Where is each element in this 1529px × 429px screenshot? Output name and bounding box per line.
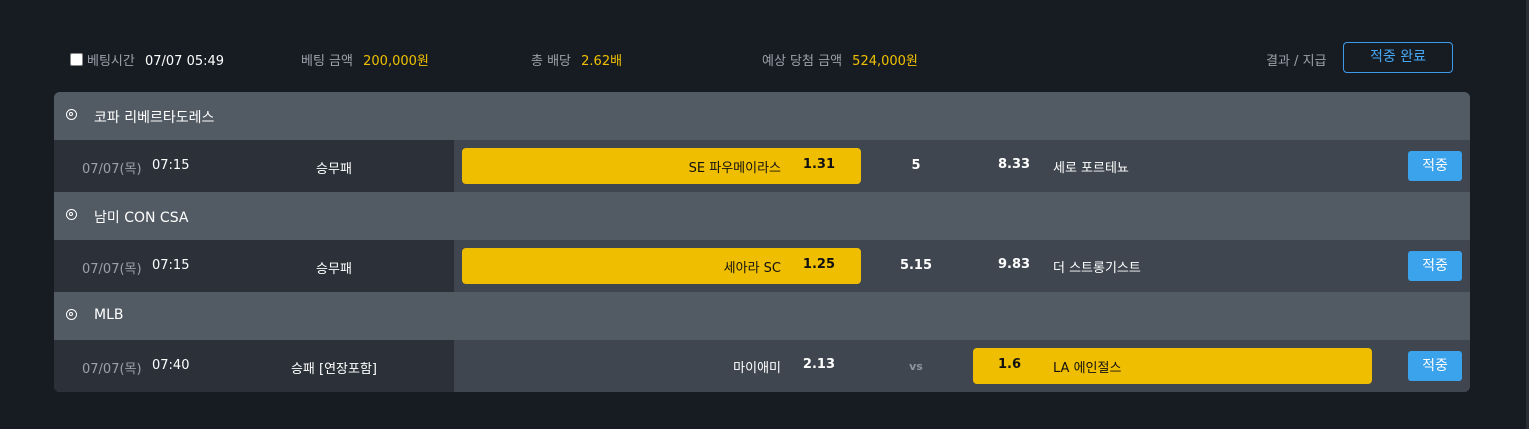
vs-label: vs	[909, 360, 923, 373]
away-odds: 8.33	[998, 157, 1031, 172]
home-odds: 1.25	[802, 257, 835, 272]
away-odds: 9.83	[998, 257, 1031, 272]
home-team: 마이애미	[733, 361, 781, 376]
expected-win: 예상 당첨 금액 524,000원	[762, 50, 918, 69]
home-team: SE 파우메이라스	[688, 161, 781, 176]
match-row: 07/07(목) 07:40 승패 [연장포함] 마이애미 2.13 vs 1.…	[54, 340, 1470, 392]
soccer-ball-icon	[66, 109, 77, 120]
away-team: 더 스트롱기스트	[1053, 261, 1141, 276]
home-odds: 2.13	[802, 357, 835, 372]
expected-win-value: 524,000원	[852, 54, 918, 69]
total-odds-label: 총 배당	[531, 54, 572, 69]
match-info: 07/07(목) 07:40 승패 [연장포함]	[54, 340, 454, 392]
match-row: 07/07(목) 07:15 승무패 세아라 SC 1.25 5.15 9.83…	[54, 240, 1470, 292]
league-header: 남미 CON CSA	[54, 192, 1470, 240]
result-label: 결과 / 지급	[1266, 54, 1327, 69]
league-name: MLB	[94, 307, 124, 323]
league-header: 코파 리베르타도레스	[54, 92, 1470, 140]
hit-badge[interactable]: 적중	[1408, 151, 1462, 181]
hit-badge[interactable]: 적중	[1408, 351, 1462, 381]
league-name: 코파 리베르타도레스	[94, 110, 215, 126]
bet-type: 승무패	[316, 162, 352, 177]
bet-time: 베팅시간 07/07 05:49	[70, 50, 224, 69]
hit-complete-button[interactable]: 적중 완료	[1343, 42, 1453, 73]
away-selection[interactable]: 1.6 LA 에인절스	[973, 348, 1372, 384]
league-name: 남미 CON CSA	[94, 210, 189, 226]
bet-amount-value: 200,000원	[363, 54, 429, 69]
match-date: 07/07(목)	[82, 262, 142, 277]
away-selection[interactable]: 9.83 더 스트롱기스트	[973, 248, 1372, 284]
home-selection[interactable]: 세아라 SC 1.25	[462, 248, 861, 284]
match-info: 07/07(목) 07:15 승무패	[54, 240, 454, 292]
expected-win-label: 예상 당첨 금액	[762, 54, 843, 69]
home-selection[interactable]: SE 파우메이라스 1.31	[462, 148, 861, 184]
total-odds: 총 배당 2.62배	[531, 50, 622, 69]
bet-summary: 베팅시간 07/07 05:49 베팅 금액 200,000원 총 배당 2.6…	[0, 40, 1529, 76]
match-time: 07:15	[152, 258, 190, 273]
hit-badge[interactable]: 적중	[1408, 251, 1462, 281]
bet-amount: 베팅 금액 200,000원	[301, 50, 429, 69]
bet-checkbox[interactable]	[70, 53, 83, 66]
bet-time-value: 07/07 05:49	[144, 54, 225, 69]
league-header: MLB	[54, 292, 1470, 340]
home-selection[interactable]: 마이애미 2.13	[462, 348, 861, 384]
baseball-icon	[66, 309, 77, 320]
match-time: 07:15	[152, 158, 190, 173]
match-date: 07/07(목)	[82, 162, 142, 177]
draw-odds: 5	[911, 158, 921, 173]
bet-time-label: 베팅시간	[87, 54, 135, 69]
away-team: LA 에인절스	[1053, 361, 1122, 376]
home-team: 세아라 SC	[723, 261, 781, 276]
match-time: 07:40	[152, 358, 190, 373]
away-team: 세로 포르테뇨	[1053, 161, 1129, 176]
bet-type: 승무패	[316, 262, 352, 277]
bet-type: 승패 [연장포함]	[290, 362, 378, 377]
match-date: 07/07(목)	[82, 362, 142, 377]
soccer-ball-icon	[66, 209, 77, 220]
draw-odds: 5.15	[899, 258, 933, 273]
away-odds: 1.6	[998, 357, 1022, 372]
match-info: 07/07(목) 07:15 승무패	[54, 140, 454, 192]
bet-slip-panel: 코파 리베르타도레스 07/07(목) 07:15 승무패 SE 파우메이라스 …	[54, 92, 1470, 392]
home-odds: 1.31	[802, 157, 835, 172]
total-odds-value: 2.62배	[581, 54, 623, 69]
away-selection[interactable]: 8.33 세로 포르테뇨	[973, 148, 1372, 184]
bet-amount-label: 베팅 금액	[301, 54, 353, 69]
match-row: 07/07(목) 07:15 승무패 SE 파우메이라스 1.31 5 8.33…	[54, 140, 1470, 192]
